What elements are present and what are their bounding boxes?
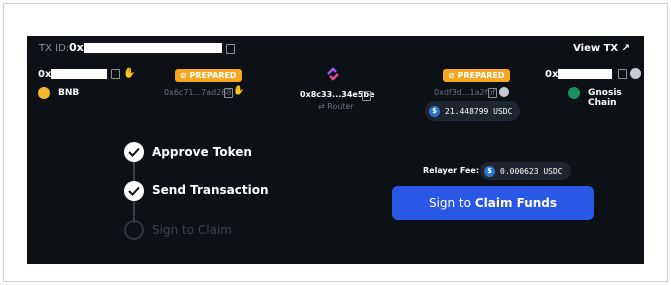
destination-chain-name: Gnosis Chain [588,88,622,108]
step-1-check-icon [124,142,144,162]
usdc-icon: $ [484,165,495,177]
wallet-icon: ✋ [123,68,136,79]
source-wallet-icon: ✋ [233,86,245,96]
bnb-logo-icon [38,87,50,99]
check-circle-icon: ⊘ [448,71,455,80]
usdc-icon: $ [429,105,440,117]
source-address-redaction [51,69,107,79]
txid-redaction [84,43,222,53]
router-copy-icon[interactable] [362,91,371,101]
source-chain-name: BNB [58,88,80,98]
destination-copy-icon[interactable] [618,69,627,79]
gnosis-logo-icon [568,87,580,99]
claim-prefix: Sign to [428,196,471,210]
step-2-label: Send Transaction [152,183,269,197]
connext-logo-icon [325,66,341,86]
step-2-check-icon [124,181,144,201]
txid-value: 0x [69,41,84,54]
relayer-fee-amount: 0.000623 USDC [500,166,563,176]
source-status-badge: ⊘ PREPARED [175,69,242,82]
txid-label: TX ID: [39,43,70,54]
destination-status-label: PREPARED [457,71,505,80]
step-3-label: Sign to Claim [152,223,232,237]
check-circle-icon: ⊘ [180,71,187,80]
router-label-text: Router [327,102,354,111]
txid-copy-icon[interactable] [226,44,235,54]
source-status-label: PREPARED [189,71,237,80]
source-copy-icon[interactable] [111,69,120,79]
source-tx-hash[interactable]: 0x6c71...7ad268 [164,88,231,97]
step-1-label: Approve Token [152,145,252,159]
destination-status-badge: ⊘ PREPARED [443,69,510,82]
claim-action: Claim Funds [474,196,558,210]
relayer-fee-label: Relayer Fee: [423,166,480,175]
transfer-panel: TX ID: 0x View TX ↗ 0x ✋ BNB ⊘ PREPARED … [27,36,644,264]
gnosis-small-icon [499,87,509,97]
destination-amount: 21.448799 USDC [445,106,513,116]
destination-hash-copy-icon[interactable] [488,88,497,98]
router-label: ⇄ Router [318,102,354,111]
source-hash-copy-icon[interactable] [224,88,233,98]
destination-address: 0x [545,69,559,80]
step-3-pending-icon [124,220,144,240]
relayer-fee-pill: $ 0.000623 USDC [480,162,571,180]
gnosis-header-icon [630,68,641,79]
destination-tx-hash[interactable]: 0xdf3d...1a2fbf [434,88,495,97]
source-address: 0x [38,69,52,80]
destination-amount-pill: $ 21.448799 USDC [425,101,521,121]
view-tx-link[interactable]: View TX ↗ [573,43,630,54]
destination-address-redaction [558,69,612,79]
router-icon: ⇄ [318,102,325,111]
claim-funds-button[interactable]: Sign to Claim Funds [392,186,594,220]
